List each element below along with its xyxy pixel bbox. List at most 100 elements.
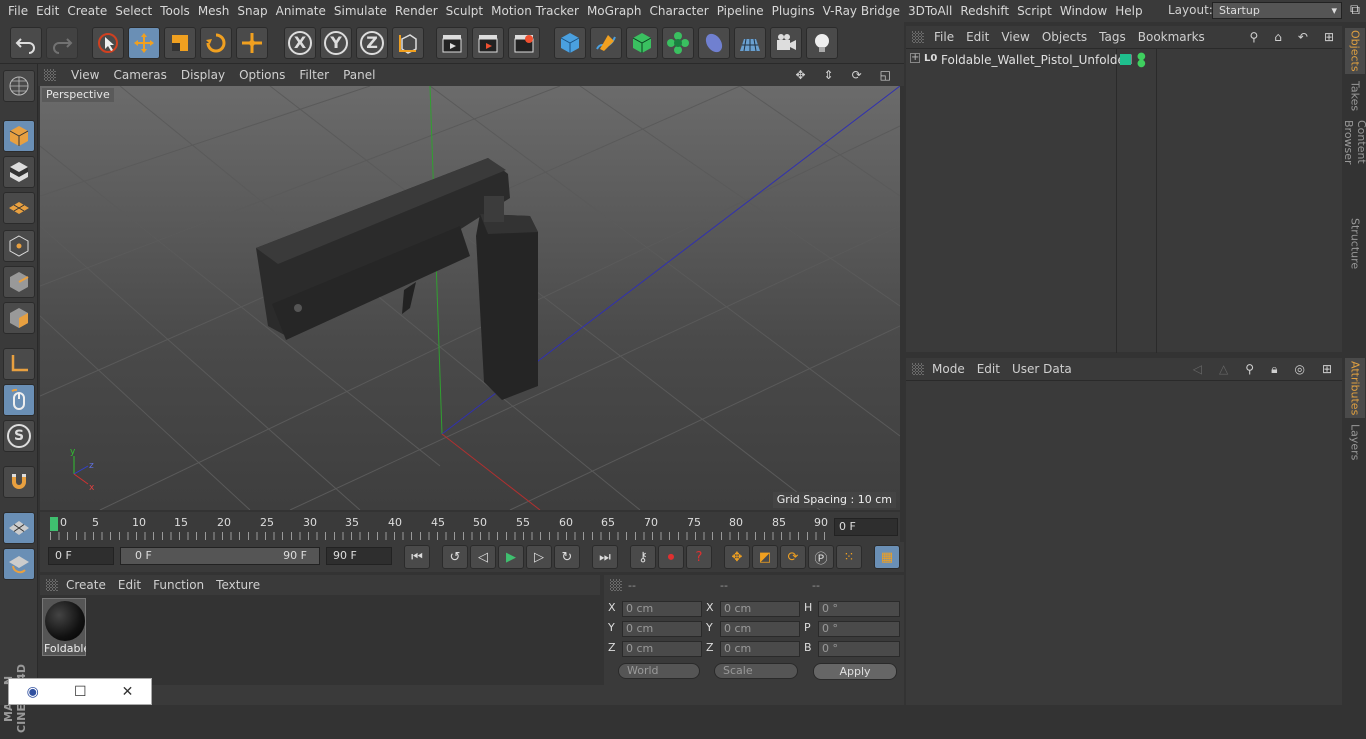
rotation-h-field[interactable]: 0 ° <box>818 601 900 617</box>
objects-menu-view[interactable]: View <box>995 30 1035 44</box>
material-swatch[interactable]: Foldable <box>42 598 86 656</box>
record-keys-button[interactable]: ⚷ <box>630 545 656 569</box>
home-icon[interactable]: ⌂ <box>1268 30 1288 44</box>
back-icon[interactable]: ↶ <box>1292 30 1314 44</box>
menu-3dtoall[interactable]: 3DToAll <box>904 4 956 18</box>
position-x-field[interactable]: 0 cm <box>622 601 702 617</box>
rotation-b-field[interactable]: 0 ° <box>818 641 900 657</box>
tab-objects[interactable]: Objects <box>1345 28 1365 74</box>
panel-grip-icon[interactable] <box>44 69 56 81</box>
new-panel-icon[interactable]: ⊞ <box>1318 30 1340 44</box>
objects-menu-objects[interactable]: Objects <box>1036 30 1093 44</box>
go-to-end-button[interactable]: ⏭ <box>592 545 618 569</box>
add-deformer-button[interactable] <box>698 27 730 59</box>
tweak-mode-button[interactable] <box>3 384 35 416</box>
tab-layers[interactable]: Layers <box>1345 422 1365 462</box>
parameter-key-button[interactable]: Ⓟ <box>808 545 834 569</box>
scale-key-button[interactable]: ◩ <box>752 545 778 569</box>
size-z-field[interactable]: 0 cm <box>720 641 800 657</box>
preview-range-slider[interactable]: 0 F 90 F <box>120 547 320 565</box>
points-mode-button[interactable] <box>3 230 35 262</box>
make-editable-button[interactable] <box>3 70 35 102</box>
menu-edit[interactable]: Edit <box>32 4 63 18</box>
tab-attributes[interactable]: Attributes <box>1345 358 1365 418</box>
objects-menu-edit[interactable]: Edit <box>960 30 995 44</box>
size-y-field[interactable]: 0 cm <box>720 621 800 637</box>
add-spline-button[interactable] <box>590 27 622 59</box>
tab-takes[interactable]: Takes <box>1345 78 1365 114</box>
pla-key-button[interactable]: ⁙ <box>836 545 862 569</box>
timeline-ticks[interactable]: 0 5 10 15 20 25 30 35 40 45 50 55 60 65 … <box>50 514 830 540</box>
menu-window[interactable]: Window <box>1056 4 1111 18</box>
tab-structure[interactable]: Structure <box>1345 216 1365 272</box>
coordinate-system-button[interactable] <box>392 27 424 59</box>
attributes-menu-mode[interactable]: Mode <box>926 362 971 376</box>
menu-create[interactable]: Create <box>63 4 111 18</box>
perspective-viewport[interactable]: y z x Perspective Grid Spacing : 10 cm <box>40 86 900 510</box>
menu-animate[interactable]: Animate <box>272 4 330 18</box>
cinema4d-app-icon[interactable]: ◉ <box>27 684 39 700</box>
scale-dropdown[interactable]: Scale <box>714 663 798 679</box>
next-frame-button[interactable]: ▷ <box>526 545 552 569</box>
menu-render[interactable]: Render <box>391 4 442 18</box>
viewport-menu-options[interactable]: Options <box>232 68 292 82</box>
attributes-menu-user-data[interactable]: User Data <box>1006 362 1078 376</box>
target-icon[interactable]: ◎ <box>1288 362 1310 377</box>
timeline-window-button[interactable]: ▦ <box>874 545 900 569</box>
position-y-field[interactable]: 0 cm <box>622 621 702 637</box>
play-button[interactable]: ▶ <box>498 545 524 569</box>
live-selection-button[interactable] <box>92 27 124 59</box>
next-keyframe-button[interactable]: ↻ <box>554 545 580 569</box>
panel-grip-icon[interactable] <box>912 363 924 375</box>
menu-snap[interactable]: Snap <box>233 4 271 18</box>
maximize-icon[interactable]: ☐ <box>74 684 87 700</box>
add-generator-button[interactable] <box>626 27 658 59</box>
dolly-view-icon[interactable]: ⇕ <box>817 68 841 82</box>
rotation-key-button[interactable]: ⟳ <box>780 545 806 569</box>
add-cube-button[interactable] <box>554 27 586 59</box>
add-camera-button[interactable] <box>770 27 802 59</box>
edges-mode-button[interactable] <box>3 266 35 298</box>
apply-button[interactable]: Apply <box>813 663 897 680</box>
menu-script[interactable]: Script <box>1013 4 1056 18</box>
move-tool-button[interactable] <box>128 27 160 59</box>
workplane-mode-button[interactable] <box>3 192 35 224</box>
add-light-button[interactable] <box>806 27 838 59</box>
menu-motion-tracker[interactable]: Motion Tracker <box>487 4 583 18</box>
pan-view-icon[interactable]: ✥ <box>788 68 812 82</box>
viewport-menu-view[interactable]: View <box>64 68 106 82</box>
playhead-marker[interactable] <box>50 517 58 531</box>
arrow-back-icon[interactable]: ◁ <box>1187 362 1208 377</box>
texture-mode-button[interactable] <box>3 156 35 188</box>
object-name[interactable]: Foldable_Wallet_Pistol_Unfolded <box>941 53 1133 67</box>
material-menu-function[interactable]: Function <box>147 578 210 592</box>
lock-icon[interactable]: 🔒︎ <box>1265 362 1283 377</box>
start-frame-field[interactable]: 0 F <box>48 547 114 565</box>
new-panel-icon[interactable]: ⊞ <box>1316 362 1338 377</box>
menu-mograph[interactable]: MoGraph <box>583 4 646 18</box>
material-menu-edit[interactable]: Edit <box>112 578 147 592</box>
rotate-tool-button[interactable] <box>200 27 232 59</box>
keyframe-selection-button[interactable]: ? <box>686 545 712 569</box>
position-key-button[interactable]: ✥ <box>724 545 750 569</box>
axis-mode-button[interactable] <box>3 348 35 380</box>
add-environment-button[interactable] <box>734 27 766 59</box>
autokey-button[interactable]: ⏺ <box>658 545 684 569</box>
world-dropdown[interactable]: World <box>618 663 700 679</box>
arrow-up-icon[interactable]: △ <box>1213 362 1234 377</box>
render-view-button[interactable] <box>436 27 468 59</box>
locked-workplane-button[interactable] <box>3 548 35 580</box>
end-frame-field[interactable]: 90 F <box>326 547 392 565</box>
menu-pipeline[interactable]: Pipeline <box>713 4 768 18</box>
layout-dropdown[interactable]: Startup <box>1212 2 1342 19</box>
go-to-start-button[interactable]: ⏮ <box>404 545 430 569</box>
panel-grip-icon[interactable] <box>912 31 924 43</box>
rotation-p-field[interactable]: 0 ° <box>818 621 900 637</box>
render-to-picture-viewer-button[interactable] <box>472 27 504 59</box>
previous-keyframe-button[interactable]: ↺ <box>442 545 468 569</box>
menu-tools[interactable]: Tools <box>156 4 194 18</box>
objects-menu-bookmarks[interactable]: Bookmarks <box>1132 30 1211 44</box>
position-z-field[interactable]: 0 cm <box>622 641 702 657</box>
maximize-view-icon[interactable]: ◱ <box>873 68 898 82</box>
viewport-menu-cameras[interactable]: Cameras <box>106 68 173 82</box>
